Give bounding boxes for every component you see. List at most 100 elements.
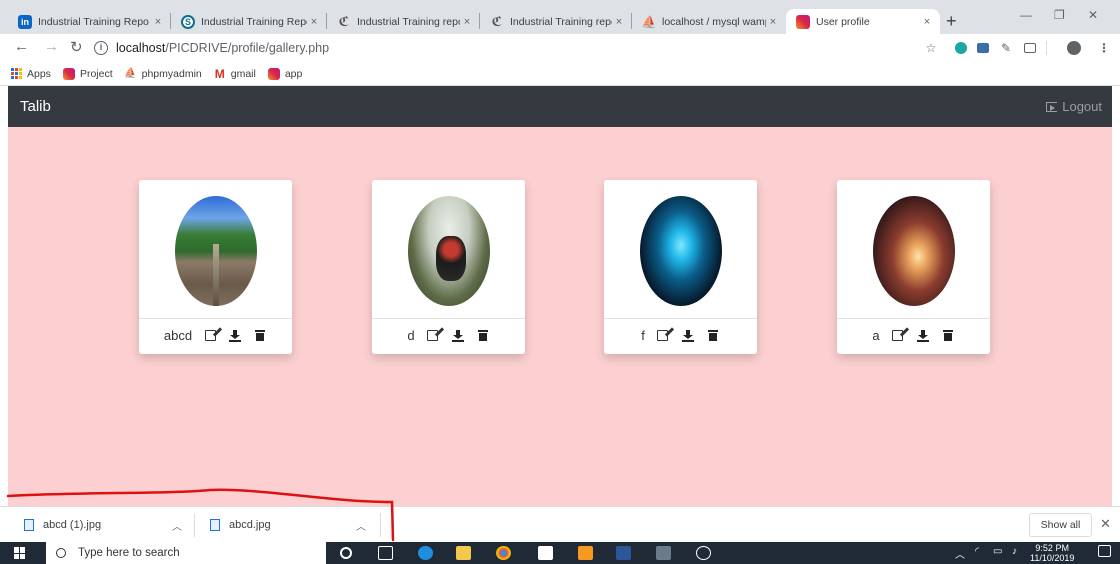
bookmark-project[interactable]: Project bbox=[62, 67, 113, 80]
trash-icon[interactable] bbox=[706, 329, 720, 343]
clock-time: 9:52 PM bbox=[1035, 543, 1069, 553]
show-all-button[interactable]: Show all bbox=[1029, 513, 1092, 537]
store-icon[interactable] bbox=[538, 546, 553, 560]
photo-thumbnail[interactable] bbox=[175, 196, 257, 306]
tab-close-icon[interactable]: × bbox=[766, 16, 780, 28]
download-item[interactable]: abcd.jpg ︿ bbox=[210, 507, 380, 543]
windows-start-icon[interactable] bbox=[14, 547, 26, 559]
edit-icon[interactable] bbox=[891, 329, 905, 343]
tab-title: localhost / mysql wamp bbox=[662, 15, 766, 28]
gmail-icon: M bbox=[214, 66, 225, 81]
back-arrow-icon[interactable]: ← bbox=[14, 38, 29, 55]
download-icon[interactable] bbox=[228, 329, 242, 343]
task-view-icon[interactable] bbox=[378, 546, 393, 560]
word-icon[interactable] bbox=[616, 546, 631, 560]
trash-icon[interactable] bbox=[476, 329, 490, 343]
address-bar[interactable]: i localhost/PICDRIVE/profile/gallery.php bbox=[94, 37, 934, 59]
chegg-icon: ℭ bbox=[338, 13, 350, 29]
download-filename: abcd (1).jpg bbox=[43, 519, 102, 531]
eyedropper-icon[interactable]: ✎ bbox=[998, 40, 1014, 56]
browser-tab[interactable]: ℭ Industrial Training repo × bbox=[327, 9, 480, 34]
chegg-icon: ℭ bbox=[491, 13, 503, 29]
photo-name: d bbox=[407, 328, 415, 343]
volume-icon[interactable]: ♪ bbox=[1012, 546, 1017, 557]
minimize-icon[interactable]: — bbox=[1020, 8, 1032, 22]
bookmark-label: app bbox=[284, 67, 303, 80]
download-item[interactable]: abcd (1).jpg ︿ bbox=[24, 507, 194, 543]
chevron-up-icon[interactable]: ︿ bbox=[356, 518, 366, 533]
forward-arrow-icon[interactable]: → bbox=[44, 38, 59, 55]
clock-date: 11/10/2019 bbox=[1030, 553, 1075, 563]
tab-title: User profile bbox=[816, 15, 870, 28]
chrome-icon[interactable] bbox=[496, 546, 511, 560]
edit-icon[interactable] bbox=[656, 329, 670, 343]
download-icon[interactable] bbox=[681, 329, 695, 343]
sublime-icon[interactable] bbox=[578, 546, 593, 560]
tab-title: Industrial Training repo bbox=[510, 15, 612, 28]
photo-name: f bbox=[641, 328, 645, 343]
reload-icon[interactable]: ↻ bbox=[70, 38, 83, 56]
photo-card: a bbox=[837, 180, 990, 354]
photo-thumbnail[interactable] bbox=[873, 196, 955, 306]
taskbar-clock[interactable]: 9:52 PM 11/10/2019 bbox=[1030, 543, 1074, 563]
info-icon[interactable]: i bbox=[94, 41, 108, 55]
download-icon[interactable] bbox=[451, 329, 465, 343]
tab-close-icon[interactable]: × bbox=[920, 16, 934, 28]
windows-taskbar: Type here to search ︿ ◜ ▭ ♪ 9:52 PM 11/1… bbox=[0, 542, 1120, 564]
edge-icon[interactable] bbox=[418, 546, 433, 560]
bookmarks-bar: Apps Project ⛵ phpmyadmin M gmail app bbox=[0, 62, 1120, 86]
browser-tab[interactable]: S Industrial Training Repo × bbox=[171, 9, 327, 34]
tab-close-icon[interactable]: × bbox=[307, 16, 321, 28]
search-icon bbox=[56, 548, 66, 558]
tray-chevron-up-icon[interactable]: ︿ bbox=[955, 546, 965, 561]
tab-close-icon[interactable]: × bbox=[460, 16, 474, 28]
extension-m-icon[interactable] bbox=[953, 40, 969, 56]
instagram-icon bbox=[62, 67, 75, 80]
profile-icon[interactable] bbox=[1066, 40, 1082, 56]
bookmark-apps[interactable]: Apps bbox=[10, 68, 51, 80]
photo-thumbnail[interactable] bbox=[408, 196, 490, 306]
browser-tab-active[interactable]: User profile × bbox=[786, 9, 940, 34]
logout-link[interactable]: Logout bbox=[1046, 99, 1102, 114]
browser-tab[interactable]: ℭ Industrial Training repo × bbox=[480, 9, 632, 34]
camera-icon[interactable] bbox=[1022, 40, 1038, 56]
taskbar-search-box[interactable]: Type here to search bbox=[46, 542, 326, 564]
bookmark-phpmyadmin[interactable]: ⛵ phpmyadmin bbox=[124, 68, 201, 80]
navbar-brand[interactable]: Talib bbox=[20, 98, 51, 115]
photo-thumbnail[interactable] bbox=[640, 196, 722, 306]
wifi-icon[interactable]: ◜ bbox=[975, 546, 979, 557]
phpmyadmin-icon: ⛵ bbox=[124, 68, 137, 79]
bookmark-label: gmail bbox=[230, 67, 256, 80]
battery-icon[interactable]: ▭ bbox=[993, 546, 1002, 557]
extension-tray-icon[interactable] bbox=[975, 40, 991, 56]
new-tab-button[interactable]: + bbox=[946, 11, 957, 32]
browser-tab[interactable]: ⛵ localhost / mysql wamp × bbox=[632, 9, 786, 34]
window-close-icon[interactable]: ✕ bbox=[1088, 8, 1098, 22]
file-explorer-icon[interactable] bbox=[456, 546, 471, 560]
edit-icon[interactable] bbox=[203, 329, 217, 343]
action-center-icon[interactable] bbox=[1098, 545, 1111, 557]
trash-icon[interactable] bbox=[253, 329, 267, 343]
trash-icon[interactable] bbox=[941, 329, 955, 343]
maximize-icon[interactable]: ❐ bbox=[1054, 8, 1065, 22]
image-file-icon bbox=[24, 519, 34, 531]
tab-close-icon[interactable]: × bbox=[151, 16, 165, 28]
image-file-icon bbox=[210, 519, 220, 531]
chevron-up-icon[interactable]: ︿ bbox=[172, 518, 182, 533]
apps-grid-icon bbox=[10, 68, 22, 80]
photo-card: abcd bbox=[139, 180, 292, 354]
media-icon[interactable] bbox=[696, 546, 711, 560]
photos-icon[interactable] bbox=[656, 546, 671, 560]
browser-tab[interactable]: in Industrial Training Repo × bbox=[8, 9, 171, 34]
bookmark-gmail[interactable]: M gmail bbox=[214, 66, 256, 81]
edit-icon[interactable] bbox=[426, 329, 440, 343]
bookmark-app[interactable]: app bbox=[267, 67, 303, 80]
menu-kebab-icon[interactable]: ⋮ bbox=[1096, 40, 1112, 56]
linkedin-icon: in bbox=[18, 14, 32, 29]
bookmark-star-icon[interactable]: ☆ bbox=[923, 40, 939, 56]
s-icon: S bbox=[181, 14, 195, 29]
download-icon[interactable] bbox=[916, 329, 930, 343]
cortana-icon[interactable] bbox=[340, 547, 352, 559]
tab-close-icon[interactable]: × bbox=[612, 16, 626, 28]
close-icon[interactable]: ✕ bbox=[1100, 516, 1111, 532]
